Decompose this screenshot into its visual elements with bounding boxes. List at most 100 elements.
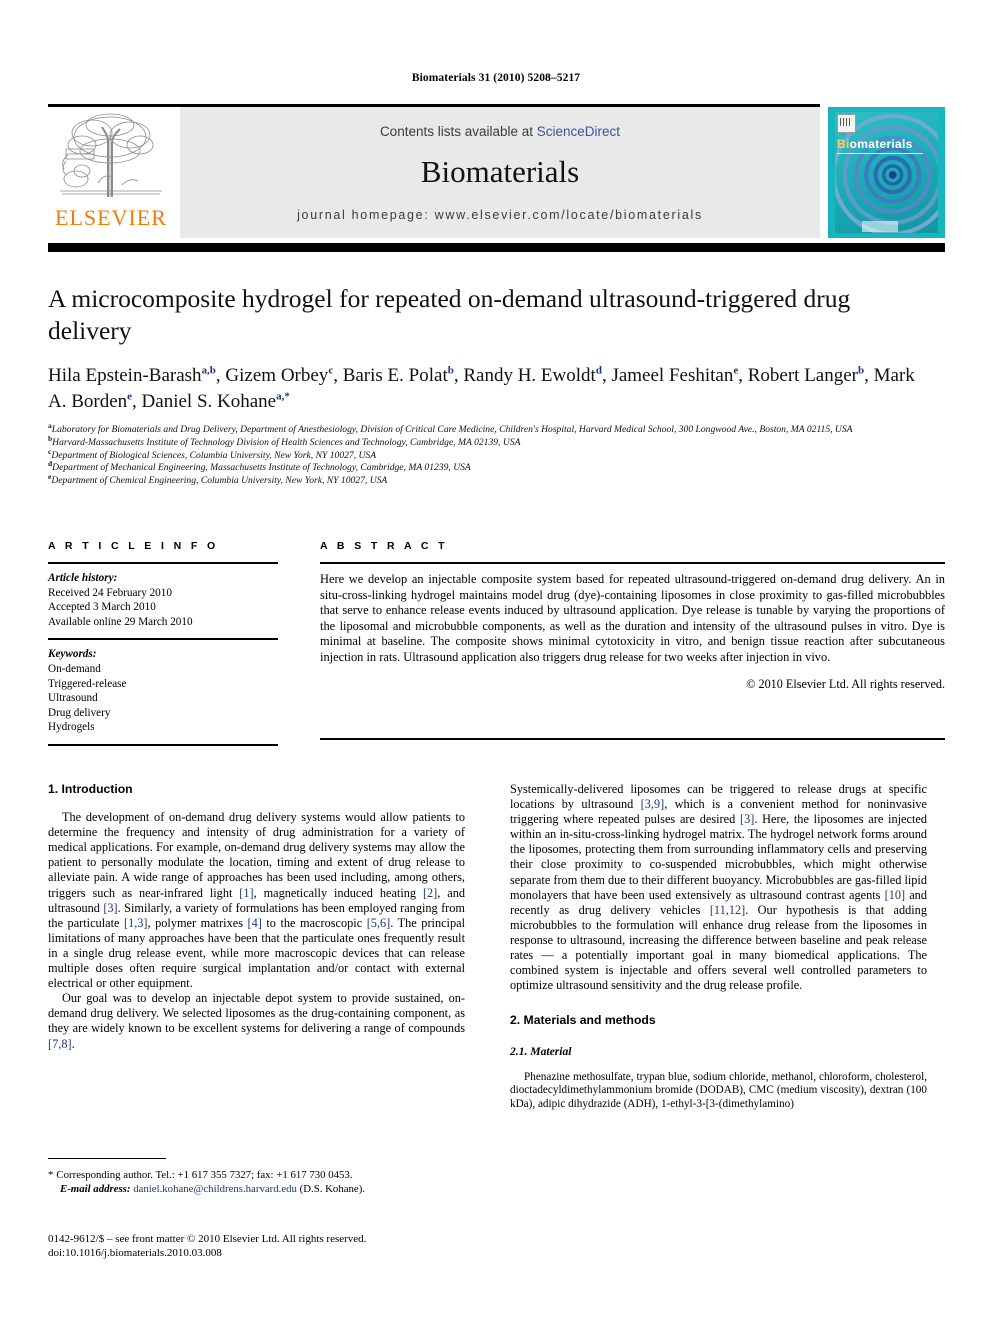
author-3: , Baris E. Polat <box>333 365 448 386</box>
author-5: , Jameel Feshitan <box>601 365 734 386</box>
affiliation-a-text: Laboratory for Biomaterials and Drug Del… <box>51 424 853 435</box>
page-title: A microcomposite hydrogel for repeated o… <box>48 284 851 345</box>
author-1-affil-marker: a,b <box>201 364 216 377</box>
heading-materials-and-methods: 2. Materials and methods <box>510 1013 656 1028</box>
citation-9[interactable]: [3] <box>740 812 754 826</box>
footnote-star: * <box>48 1169 54 1181</box>
citation-1[interactable]: [1] <box>239 886 253 900</box>
keyword-3: Ultrasound <box>48 692 98 705</box>
keyword-2: Triggered-release <box>48 677 127 690</box>
citation-3[interactable]: [3] <box>103 901 117 915</box>
journal-header: ELSEVIER Contents lists available at Sci… <box>48 104 945 252</box>
journal-cover: Biomaterials <box>828 107 945 238</box>
author-8-affil-marker: a,* <box>276 390 290 403</box>
cover-brand-rule <box>837 153 923 154</box>
article-info-rule-top <box>48 562 278 564</box>
article-history: Article history: Received 24 February 20… <box>48 571 278 629</box>
intro-p2-seg1: Our goal was to develop an injectable de… <box>48 991 465 1036</box>
intro-paragraph-1: The development of on-demand drug delive… <box>48 810 465 991</box>
abstract-rule-top <box>320 562 945 564</box>
article-info-rule-mid <box>48 638 278 641</box>
footnote-text: * Corresponding author. Tel.: +1 617 355 … <box>48 1168 465 1196</box>
cover-elsevier-icon <box>837 114 856 133</box>
article-history-online: Available online 29 March 2010 <box>48 615 193 628</box>
cover-publisher-mark <box>862 221 898 232</box>
keyword-1: On-demand <box>48 662 101 675</box>
elsevier-wordmark: ELSEVIER <box>55 205 167 230</box>
affiliation-a: aLaboratory for Biomaterials and Drug De… <box>48 422 928 437</box>
affiliation-list: aLaboratory for Biomaterials and Drug De… <box>48 422 928 488</box>
journal-band: Contents lists available at ScienceDirec… <box>180 107 820 238</box>
abstract-heading: A B S T R A C T <box>320 540 448 552</box>
abstract-column: A B S T R A C T Here we develop an injec… <box>320 540 945 692</box>
intro-p2-seg2: . <box>71 1036 75 1051</box>
citation-11[interactable]: [11,12] <box>710 903 745 917</box>
footer-front-matter: 0142-9612/$ – see front matter © 2010 El… <box>48 1233 367 1245</box>
author-1: Hila Epstein-Barash <box>48 365 202 386</box>
article-history-received: Received 24 February 2010 <box>48 586 172 599</box>
abstract-rule-bottom <box>320 738 945 740</box>
header-bottom-rule <box>48 243 945 252</box>
intro-p1-seg5: , polymer matrixes <box>147 915 248 930</box>
contents-available-line: Contents lists available at ScienceDirec… <box>180 124 820 139</box>
citation-10[interactable]: [10] <box>885 888 906 902</box>
footnote-email-line: E-mail address: daniel.kohane@childrens.… <box>48 1182 465 1196</box>
contents-prefix: Contents lists available at <box>379 124 537 139</box>
footnote-rule <box>48 1158 166 1159</box>
affiliation-b-text: Harvard-Massachusetts Institute of Techn… <box>52 436 521 448</box>
citation-6[interactable]: [5,6] <box>367 916 391 930</box>
journal-title: Biomaterials <box>420 154 580 189</box>
author-list: Hila Epstein-Barasha,b, Gizem Orbeyc, Ba… <box>48 363 928 415</box>
article-info-heading: A R T I C L E I N F O <box>48 540 219 552</box>
page-footer: 0142-9612/$ – see front matter © 2010 El… <box>48 1232 508 1260</box>
keyword-5: Hydrogels <box>48 721 95 734</box>
body-column-right: Systemically-delivered liposomes can be … <box>510 782 927 1111</box>
keyword-4: Drug delivery <box>48 706 111 719</box>
affiliation-b: bHarvard-Massachusetts Institute of Tech… <box>48 434 928 450</box>
heading-introduction: 1. Introduction <box>48 782 133 796</box>
affiliation-e: eDepartment of Chemical Engineering, Col… <box>48 473 928 488</box>
article-info-rule-bottom <box>48 743 278 746</box>
affiliation-e-text: Department of Chemical Engineering, Colu… <box>51 475 388 487</box>
sciencedirect-link[interactable]: ScienceDirect <box>537 124 620 139</box>
corresponding-author-footnote: * Corresponding author. Tel.: +1 617 355 … <box>48 1158 465 1196</box>
citation-2[interactable]: [2] <box>423 886 437 900</box>
affiliation-c: cDepartment of Biological Sciences, Colu… <box>48 447 928 463</box>
footnote-email-suffix: (D.S. Kohane). <box>299 1183 366 1195</box>
citation-5[interactable]: [4] <box>248 916 262 930</box>
intro-p1-seg6: to the macroscopic <box>261 915 367 930</box>
running-head: Biomaterials 31 (2010) 5208–5217 <box>411 72 581 84</box>
intro-p1-seg2: , magnetically induced heating <box>253 885 423 900</box>
footnote-corresponding: Corresponding author. Tel.: +1 617 355 7… <box>56 1169 353 1181</box>
footer-doi: doi:10.1016/j.biomaterials.2010.03.008 <box>48 1247 222 1259</box>
author-4: , Randy H. Ewoldt <box>453 365 596 386</box>
author-2: , Gizem Orbey <box>215 365 329 386</box>
citation-8[interactable]: [3,9] <box>641 797 665 811</box>
paper-page: Biomaterials 31 (2010) 5208–5217 ELSEVIE… <box>0 0 992 1323</box>
cover-brand-bi: Bi <box>837 137 850 151</box>
right-paragraph-1: Systemically-delivered liposomes can be … <box>510 782 927 993</box>
citation-7[interactable]: [7,8] <box>48 1037 72 1051</box>
elsevier-tree-icon <box>60 113 162 197</box>
article-history-label: Article history: <box>48 572 118 584</box>
keywords-block: Keywords: On-demand Triggered-release Ul… <box>48 647 278 735</box>
elsevier-logo[interactable]: ELSEVIER <box>48 107 174 238</box>
author-8: , Daniel S. Kohane <box>132 391 277 412</box>
title-block: A microcomposite hydrogel for repeated o… <box>48 283 928 488</box>
cover-brand-rest: omaterials <box>849 137 913 151</box>
cover-brand-text: Biomaterials <box>837 137 913 151</box>
affiliation-d: dDepartment of Mechanical Engineering, M… <box>48 460 928 475</box>
journal-cover-image: Biomaterials <box>828 107 945 238</box>
author-6: , Robert Langer <box>738 365 858 386</box>
footnote-email-label: E-mail address: <box>60 1183 131 1195</box>
footnote-email-link[interactable]: daniel.kohane@childrens.harvard.edu <box>133 1183 297 1195</box>
article-history-accepted: Accepted 3 March 2010 <box>48 601 156 614</box>
journal-homepage-link[interactable]: journal homepage: www.elsevier.com/locat… <box>180 208 820 222</box>
citation-4[interactable]: [1,3] <box>124 916 148 930</box>
abstract-copyright: © 2010 Elsevier Ltd. All rights reserved… <box>746 676 945 691</box>
body-column-left: 1. Introduction The development of on-de… <box>48 782 465 1052</box>
affiliation-d-text: Department of Mechanical Engineering, Ma… <box>52 462 471 474</box>
article-info-column: A R T I C L E I N F O Article history: R… <box>48 540 278 746</box>
intro-paragraph-2: Our goal was to develop an injectable de… <box>48 991 465 1051</box>
material-paragraph: Phenazine methosulfate, trypan blue, sod… <box>510 1070 927 1110</box>
